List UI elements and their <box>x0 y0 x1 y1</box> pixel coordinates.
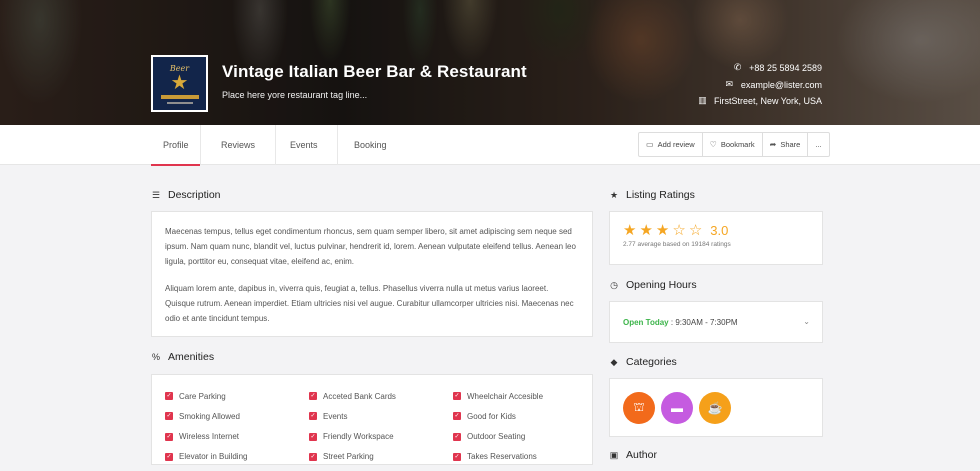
map-icon: ▥ <box>698 95 707 105</box>
ratings-card: ★ ★ ★ ☆ ☆ 3.0 2.77 average based on 1918… <box>609 211 823 265</box>
amenity-item: ✓ Elevator in Building <box>165 452 248 462</box>
amenity-item: ✓ Wheelchair Accesible <box>453 391 544 401</box>
amenity-item: ✓ Wireless Internet <box>165 432 240 442</box>
description-paragraph: Aliquam lorem ante, dapibus in, viverra … <box>165 284 574 323</box>
star-filled-icon: ★ <box>639 222 653 239</box>
lock-icon: ▣ <box>609 449 619 460</box>
tag-icon: ◆ <box>610 356 618 367</box>
bed-icon[interactable]: ▬ <box>661 392 693 424</box>
amenity-item: ✓ Takes Reservations <box>453 452 537 462</box>
star-filled-icon: ★ <box>655 222 670 239</box>
heart-icon: ♡ <box>709 140 717 149</box>
share-button[interactable]: ➦ Share <box>763 133 809 156</box>
amenity-item: ✓ Street Parking <box>309 452 374 462</box>
star-empty-icon: ☆ <box>672 222 686 239</box>
description-heading: ☰ Description <box>151 189 221 201</box>
description-card: Maecenas tempus, tellus eget condimentum… <box>151 211 593 337</box>
check-icon: ✓ <box>165 452 173 461</box>
hours-heading: ◷ Opening Hours <box>610 279 697 291</box>
check-icon: ✓ <box>453 452 461 461</box>
share-icon: ➦ <box>769 140 777 149</box>
amenity-item: ✓ Good for Kids <box>453 411 516 421</box>
amenity-item: ✓ Acceted Bank Cards <box>309 391 396 401</box>
email-text: example@lister.com <box>740 79 822 90</box>
hours-time: 9:30AM - 7:30PM <box>675 317 738 327</box>
contact-address[interactable]: ▥ FirstStreet, New York, USA <box>697 95 822 106</box>
listing-tagline: Place here yore restaurant tag line... <box>222 90 368 100</box>
restaurant-logo: Beer ★ <box>151 55 208 112</box>
check-icon: ✓ <box>309 392 317 401</box>
add-review-button[interactable]: ▭ Add review <box>639 133 703 156</box>
rating-value: 3.0 <box>710 223 729 238</box>
envelope-icon: ✉ <box>725 79 734 89</box>
check-icon: ✓ <box>165 412 173 421</box>
amenities-heading: % Amenities <box>151 351 215 363</box>
tab-reviews[interactable]: Reviews <box>201 125 276 165</box>
rating-stars: ★ ★ ★ ☆ ☆ 3.0 <box>623 223 809 238</box>
check-icon: ✓ <box>453 412 461 421</box>
listing-tabs: Profile Reviews Events Booking <box>151 125 408 166</box>
tab-booking[interactable]: Booking <box>338 125 408 165</box>
categories-card: ⛫ ▬ ☕ <box>609 378 823 437</box>
list-icon: ☰ <box>151 189 161 200</box>
tab-profile[interactable]: Profile <box>151 125 201 166</box>
contact-email[interactable]: ✉ example@lister.com <box>724 79 822 90</box>
star-icon: ★ <box>609 189 619 200</box>
check-icon: ✓ <box>309 432 317 441</box>
phone-icon: ✆ <box>733 62 742 72</box>
more-icon: ... <box>815 140 822 149</box>
author-heading: ▣ Author <box>609 449 657 461</box>
star-empty-icon: ☆ <box>688 222 703 239</box>
check-icon: ✓ <box>453 392 461 401</box>
clock-icon: ◷ <box>610 279 618 290</box>
logo-star-icon: ★ <box>170 71 189 94</box>
check-icon: ✓ <box>453 432 461 441</box>
listing-nav-bar: Profile Reviews Events Booking ▭ Add rev… <box>0 125 980 166</box>
description-paragraph: Maecenas tempus, tellus eget condimentum… <box>165 227 576 266</box>
chevron-down-icon: ⌄ <box>803 317 810 326</box>
amenities-card: ✓ Care Parking ✓ Acceted Bank Cards ✓ Wheel… <box>151 374 593 465</box>
amenity-item: ✓ Events <box>309 411 348 421</box>
hero-banner: Beer ★ Vintage Italian Beer Bar & Restau… <box>0 0 980 125</box>
open-status: Open Today <box>623 317 669 327</box>
ratings-heading: ★ Listing Ratings <box>609 189 695 201</box>
more-button[interactable]: ... <box>808 133 828 156</box>
check-icon: ✓ <box>309 412 317 421</box>
rating-summary: 2.77 average based on 19184 ratings <box>623 241 731 248</box>
coffee-icon[interactable]: ☕ <box>699 392 731 424</box>
check-icon: ✓ <box>309 452 317 461</box>
listing-title: Vintage Italian Beer Bar & Restaurant <box>222 62 527 81</box>
bookmark-button[interactable]: ♡ Bookmark <box>703 133 763 156</box>
contact-phone[interactable]: ✆ +88 25 5894 2589 <box>732 62 822 73</box>
listing-actions: ▭ Add review ♡ Bookmark ➦ Share ... <box>638 132 830 157</box>
food-icon[interactable]: ⛫ <box>623 392 655 424</box>
comment-icon: ▭ <box>646 140 654 149</box>
star-filled-icon: ★ <box>623 222 637 239</box>
phone-text: +88 25 5894 2589 <box>749 62 822 73</box>
check-icon: ✓ <box>165 392 173 401</box>
check-icon: ✓ <box>165 432 173 441</box>
amenity-item: ✓ Outdoor Seating <box>453 432 526 442</box>
link-icon: % <box>151 352 160 362</box>
categories-heading: ◆ Categories <box>610 356 677 368</box>
amenity-item: ✓ Friendly Workspace <box>309 432 394 442</box>
hours-dropdown[interactable]: Open Today : 9:30AM - 7:30PM ⌄ <box>609 301 823 343</box>
amenity-item: ✓ Care Parking <box>165 391 226 401</box>
amenity-item: ✓ Smoking Allowed <box>165 411 240 421</box>
tab-events[interactable]: Events <box>276 125 338 165</box>
address-text: FirstStreet, New York, USA <box>713 95 822 106</box>
